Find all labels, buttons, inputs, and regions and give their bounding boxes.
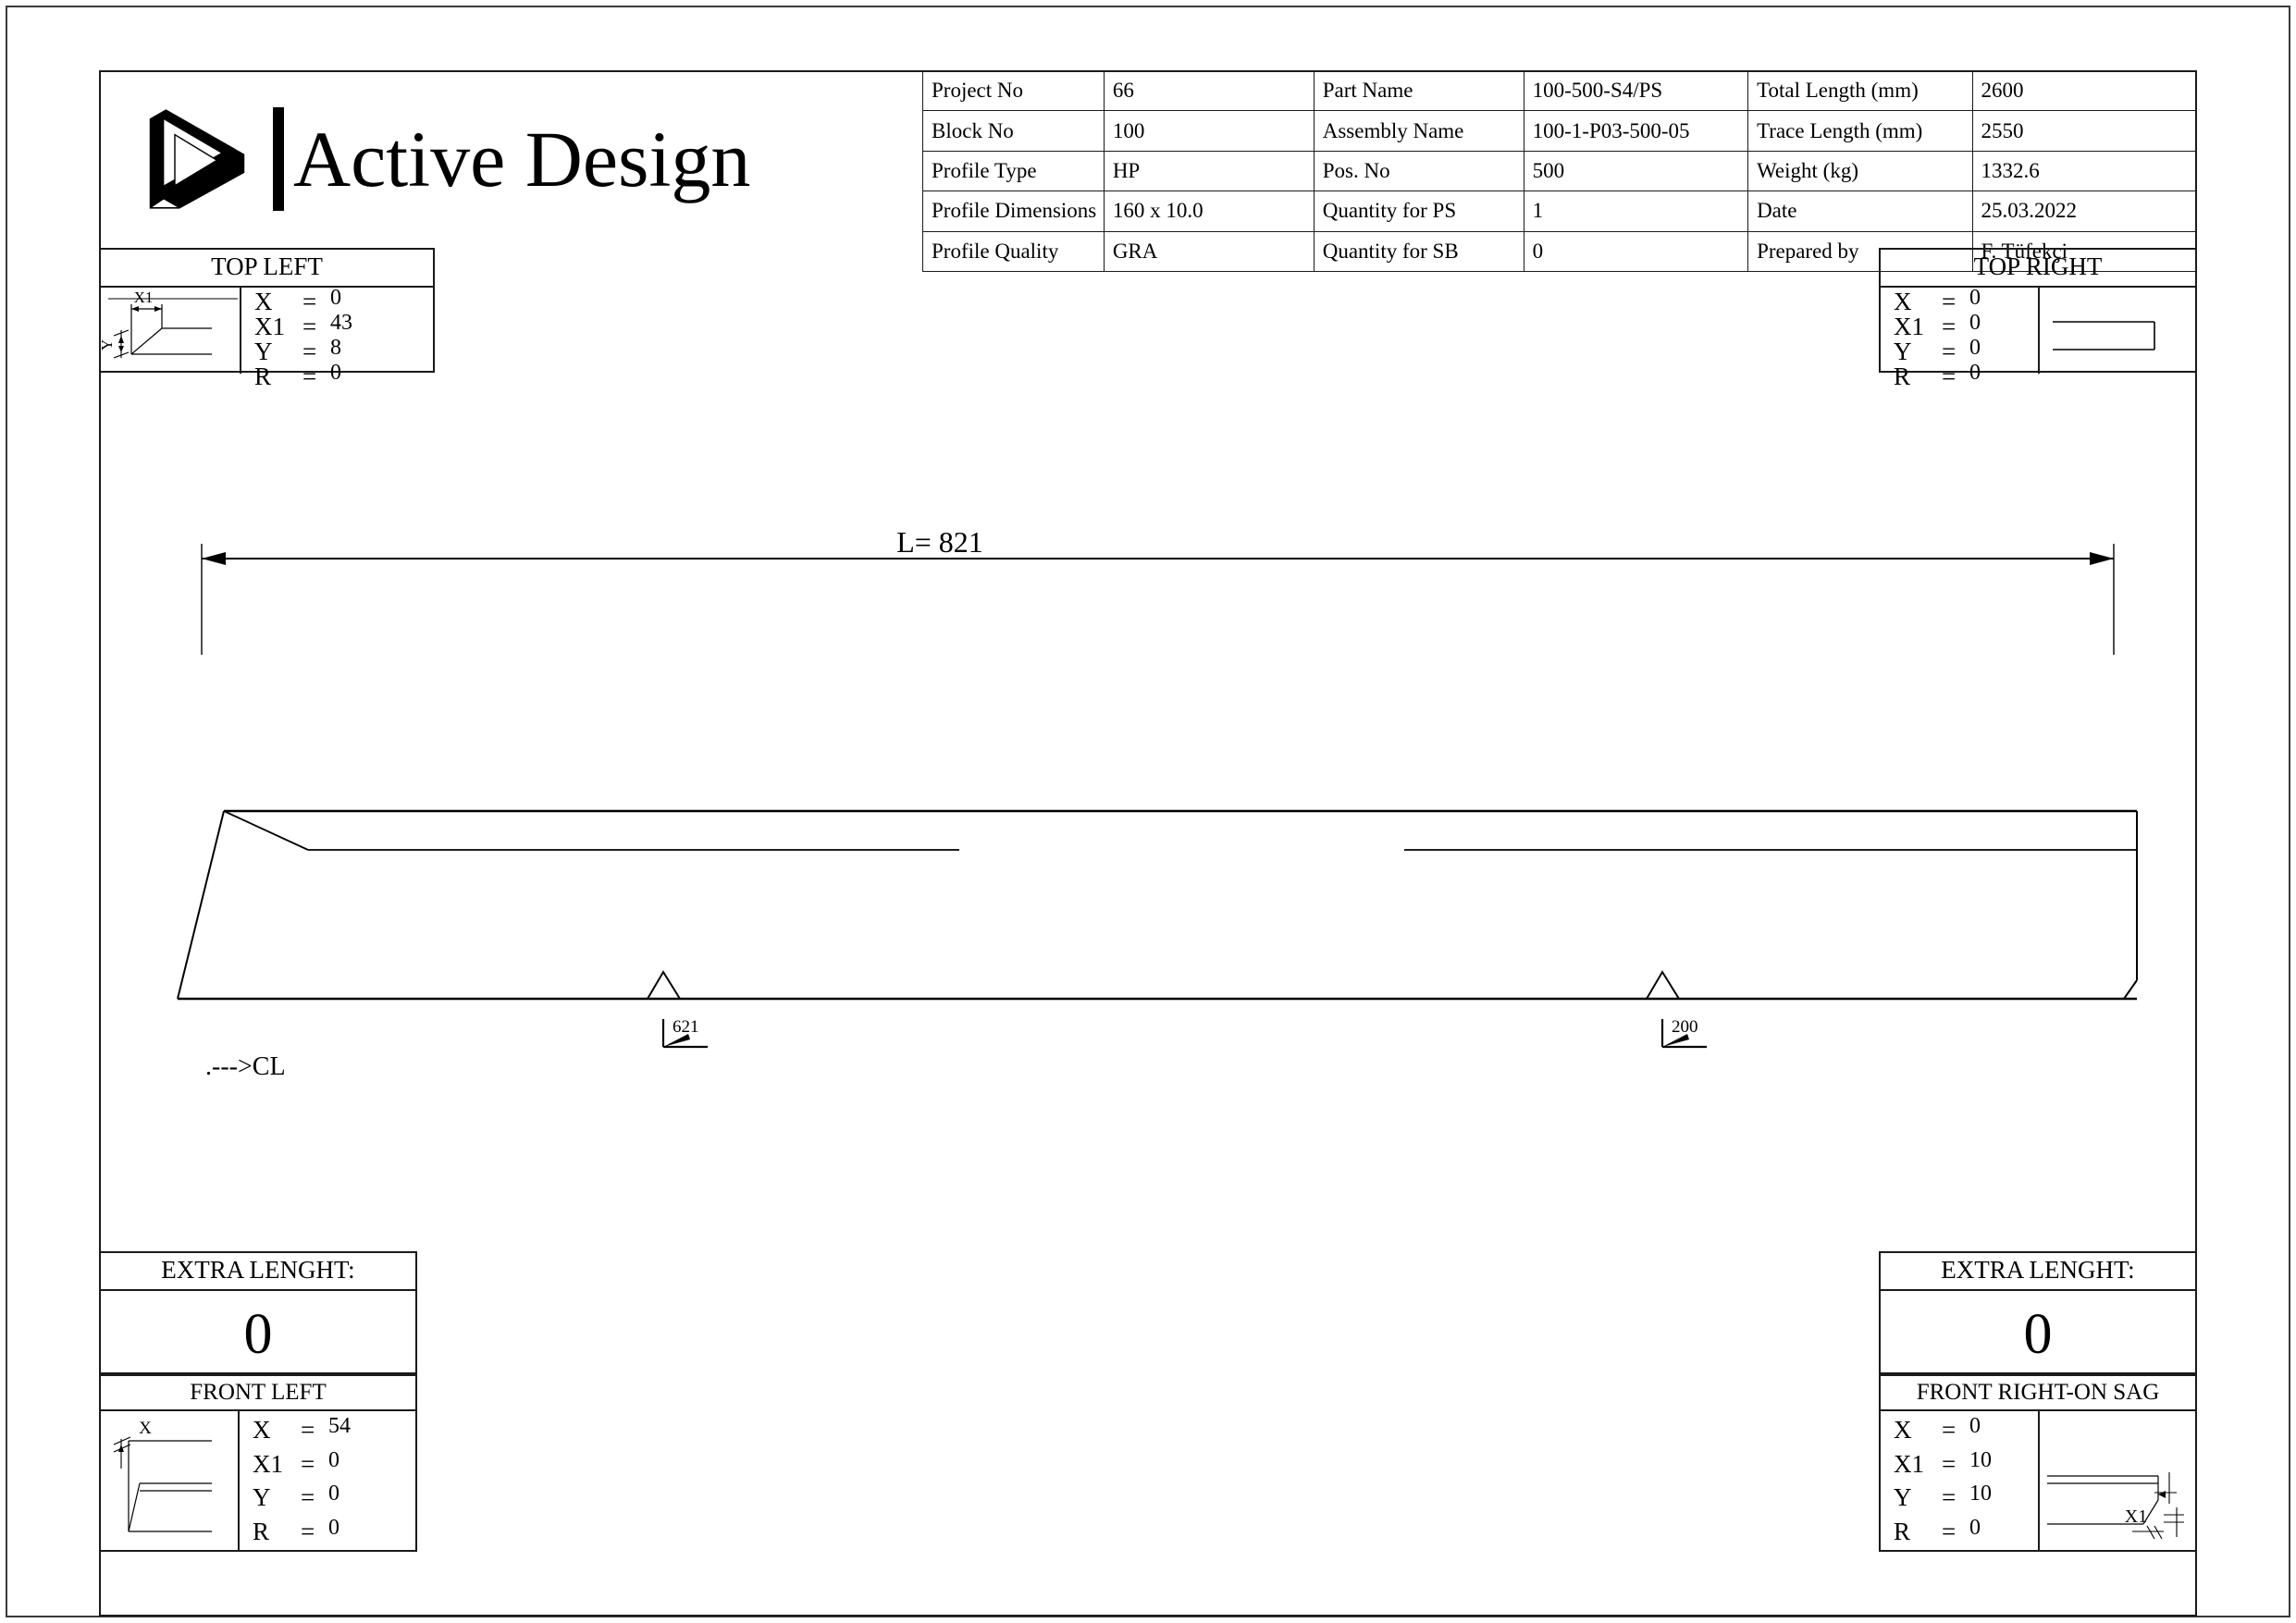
value-number: 0 [328, 1482, 339, 1506]
value-key: Y [1894, 1483, 1912, 1511]
equals-sign: = [1942, 1416, 1957, 1444]
front-right-values: X = 0 X1 = 10 Y = 10 R = 0 [1881, 1411, 2038, 1550]
front-right-title: FRONT RIGHT-ON SAG [1881, 1376, 2195, 1412]
extra-length-left-box: EXTRA LENGHT: 0 [99, 1251, 417, 1374]
extra-length-right-value: 0 [2023, 1302, 2053, 1366]
front-right-figure: X1 [2038, 1411, 2195, 1551]
x-figure-label: X [139, 1419, 152, 1438]
marker-200-label: 200 [1672, 1017, 1698, 1037]
equals-sign: = [1942, 1449, 1957, 1478]
value-key: X1 [253, 1449, 283, 1478]
value-key: Y [253, 1483, 271, 1511]
dimension-line-group [201, 544, 2115, 655]
equals-sign: = [301, 1416, 315, 1444]
value-key: X [253, 1416, 271, 1444]
value-row: X = 54 [253, 1414, 415, 1444]
value-number: 0 [1969, 1515, 1981, 1540]
value-number: 10 [1969, 1482, 1992, 1506]
value-key: X1 [1894, 1449, 1924, 1478]
front-left-values: X = 54 X1 = 0 Y = 0 R = 0 [238, 1411, 415, 1551]
front-left-figure: X [101, 1411, 238, 1550]
equals-sign: = [1942, 1517, 1957, 1545]
front-left-title: FRONT LEFT [101, 1376, 415, 1412]
value-row: X1 = 0 [253, 1447, 415, 1478]
value-row: X = 0 [1894, 1414, 2038, 1444]
chamfer-front-right-diagram-icon: X1 [2047, 1472, 2184, 1540]
value-number: 10 [1969, 1447, 1992, 1472]
value-row: R = 0 [1894, 1515, 2038, 1545]
equals-sign: = [301, 1483, 315, 1511]
front-left-body: X X = 54 X1 = 0 Y = 0 R = 0 [101, 1411, 415, 1551]
value-row: Y = 10 [1894, 1482, 2038, 1511]
marker-621-label: 621 [673, 1017, 699, 1037]
extra-length-right-title: EXTRA LENGHT: [1881, 1253, 2195, 1291]
value-key: R [253, 1517, 270, 1545]
value-row: Y = 0 [253, 1482, 415, 1511]
front-right-body: X = 0 X1 = 10 Y = 10 R = 0 X1 [1881, 1411, 2195, 1551]
value-number: 54 [328, 1414, 351, 1438]
x1-figure-label: X1 [2125, 1506, 2147, 1527]
front-left-detail-box: FRONT LEFT X X = 54 X1 = 0 Y = 0 R = 0 [99, 1374, 417, 1552]
value-row: R = 0 [253, 1515, 415, 1545]
value-number: 0 [328, 1447, 339, 1472]
value-number: 0 [328, 1515, 339, 1540]
drawing-page: Active Design Project No 66 Part Name 10… [0, 0, 2296, 1623]
equals-sign: = [301, 1517, 315, 1545]
extra-length-left-value: 0 [243, 1302, 273, 1366]
equals-sign: = [301, 1449, 315, 1478]
extra-length-right-box: EXTRA LENGHT: 0 [1879, 1251, 2197, 1374]
value-row: X1 = 10 [1894, 1447, 2038, 1478]
value-number: 0 [1969, 1414, 1981, 1438]
extra-length-left-title: EXTRA LENGHT: [101, 1253, 415, 1291]
chamfer-front-left-diagram-icon: X [113, 1419, 212, 1532]
value-key: X [1894, 1416, 1912, 1444]
centerline-note: .--->CL [205, 1052, 286, 1081]
value-key: R [1894, 1517, 1911, 1545]
profile-elevation-view [177, 809, 2138, 1001]
front-right-detail-box: FRONT RIGHT-ON SAG X = 0 X1 = 10 Y = 10 R = 0 [1879, 1374, 2197, 1552]
equals-sign: = [1942, 1483, 1957, 1511]
